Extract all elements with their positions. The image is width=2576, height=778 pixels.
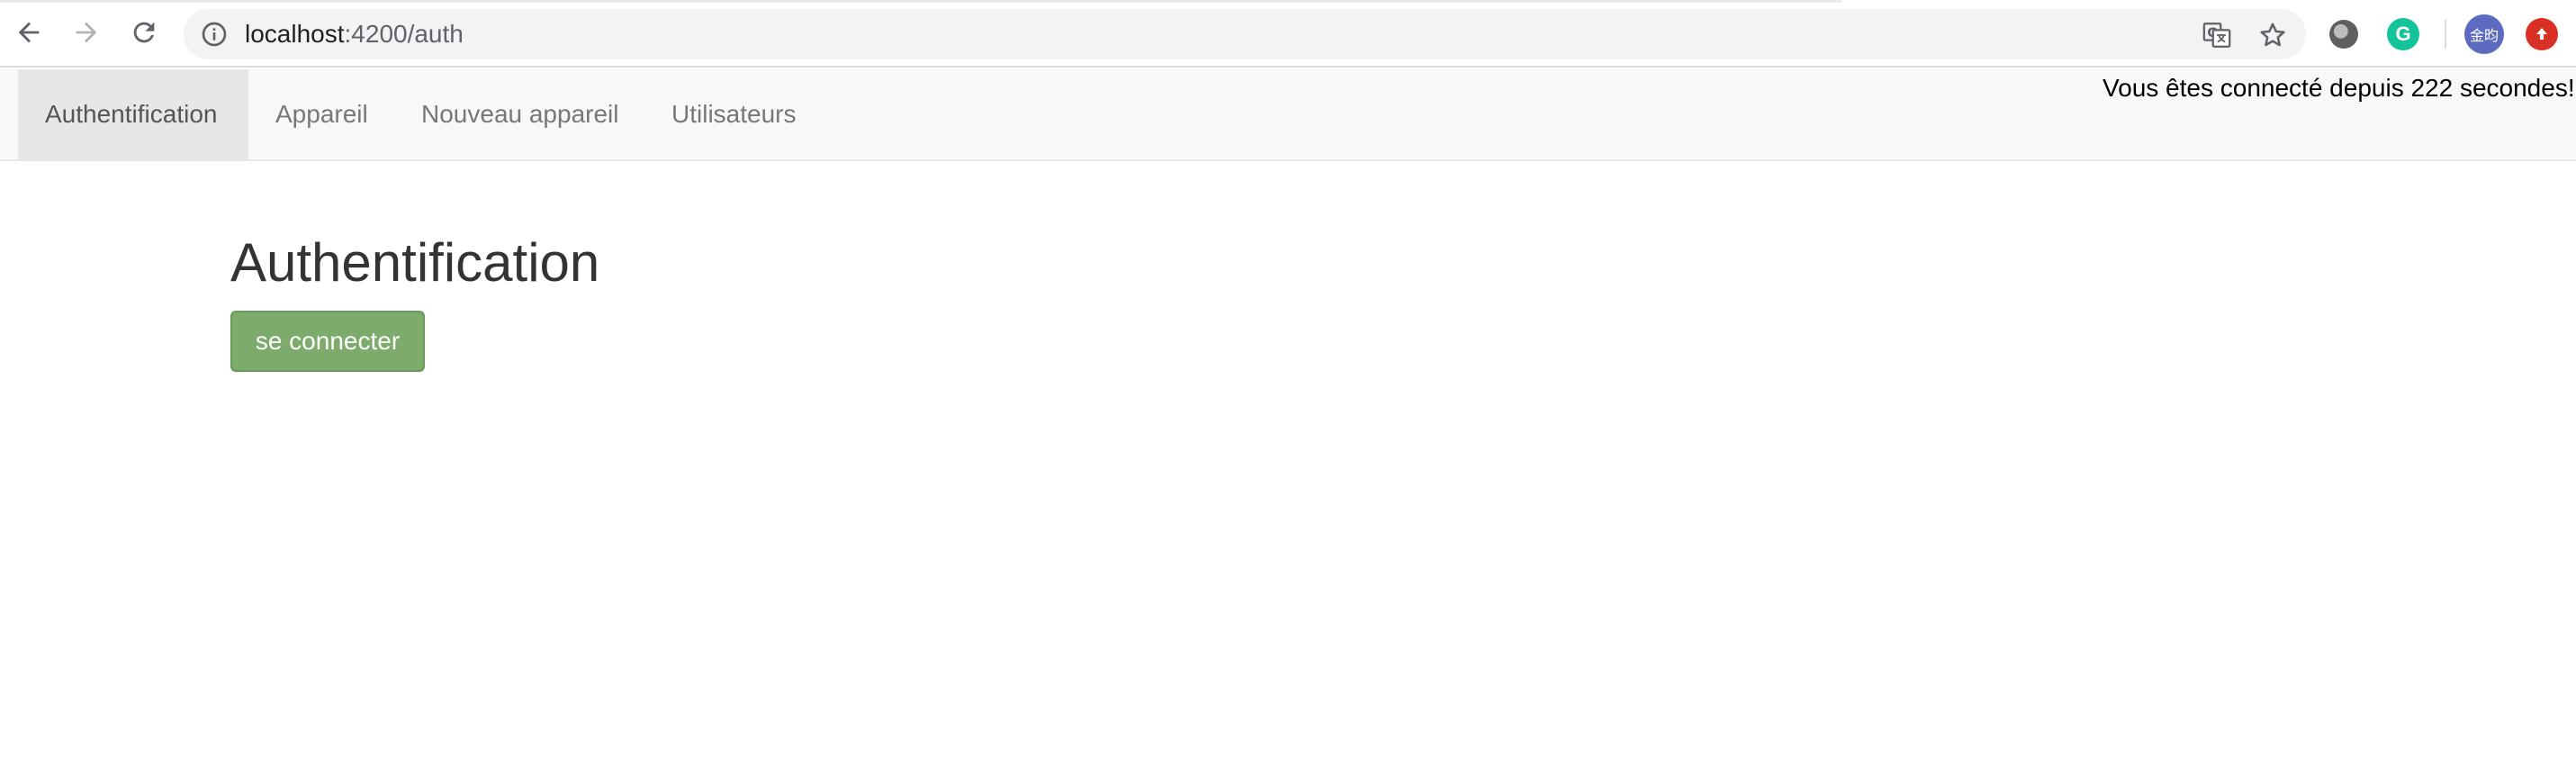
reload-icon — [133, 22, 155, 43]
info-icon[interactable] — [200, 20, 229, 49]
url-host: localhost — [245, 20, 345, 48]
page-title: Authentification — [230, 232, 600, 293]
address-bar[interactable]: localhost:4200/auth G — [184, 9, 2306, 59]
tab-label: Nouveau appareil — [421, 100, 619, 128]
arrow-right-icon — [76, 22, 97, 43]
toolbar-divider — [2445, 20, 2446, 49]
app-navbar: Authentification Appareil Nouveau appare… — [0, 69, 2576, 161]
grammarly-letter: G — [2395, 23, 2411, 45]
avatar[interactable]: 金昀 — [2464, 14, 2504, 54]
tab-utilisateurs[interactable]: Utilisateurs — [644, 69, 823, 159]
avatar-text: 金昀 — [2469, 27, 2499, 44]
url-path: :4200/auth — [344, 20, 464, 48]
arrow-left-icon — [18, 22, 40, 43]
page-load-progress — [0, 0, 1842, 3]
browser-toolbar: localhost:4200/auth G G 金昀 — [0, 0, 2576, 68]
url-text[interactable]: localhost:4200/auth — [245, 21, 464, 48]
arrow-up-icon — [2536, 28, 2547, 40]
upload-icon[interactable] — [2526, 18, 2558, 50]
connection-status: Vous êtes connecté depuis 222 secondes! — [2103, 74, 2575, 102]
dark-reader-icon[interactable] — [2329, 20, 2358, 49]
reload-button[interactable] — [126, 14, 162, 50]
tab-authentification[interactable]: Authentification — [18, 69, 248, 159]
back-button[interactable] — [11, 14, 47, 50]
tab-nouveau-appareil[interactable]: Nouveau appareil — [394, 69, 646, 159]
tab-appareil[interactable]: Appareil — [248, 69, 395, 159]
forward-button[interactable] — [68, 14, 104, 50]
tab-label: Authentification — [45, 100, 218, 128]
translate-icon[interactable]: G — [2202, 20, 2232, 50]
connect-button[interactable]: se connecter — [230, 311, 425, 372]
tab-label: Utilisateurs — [671, 100, 797, 128]
tab-label: Appareil — [275, 100, 368, 128]
grammarly-icon[interactable]: G — [2387, 18, 2419, 50]
star-icon[interactable] — [2257, 20, 2288, 50]
